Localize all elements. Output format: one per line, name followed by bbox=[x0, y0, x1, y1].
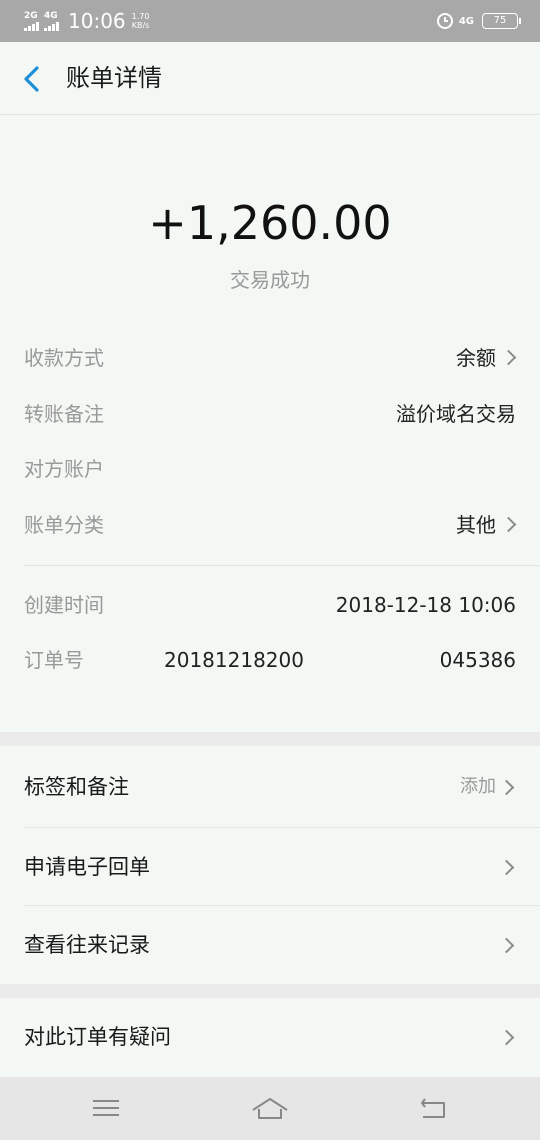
order-number-part2: 045386 bbox=[439, 648, 516, 672]
payment-method-label: 收款方式 bbox=[24, 346, 104, 370]
section-divider bbox=[24, 565, 540, 566]
page-title: 账单详情 bbox=[66, 64, 162, 92]
transaction-status: 交易成功 bbox=[230, 268, 310, 292]
history-label: 查看往来记录 bbox=[24, 933, 150, 957]
section-gap bbox=[0, 984, 540, 998]
e-receipt-item[interactable]: 申请电子回单 bbox=[0, 828, 540, 906]
order-number-part1: 20181218200 bbox=[164, 648, 304, 672]
sim2-signal-icon: 4G bbox=[44, 10, 60, 31]
dispute-label: 对此订单有疑问 bbox=[24, 1025, 171, 1049]
status-time: 10:06 bbox=[68, 9, 126, 33]
chevron-right-icon bbox=[500, 516, 517, 533]
payment-method-row[interactable]: 收款方式 余额 bbox=[24, 341, 517, 375]
alarm-icon bbox=[436, 13, 453, 29]
header: 账单详情 bbox=[0, 42, 540, 115]
status-right: 4G 75 bbox=[436, 0, 521, 42]
created-time-label: 创建时间 bbox=[24, 593, 104, 617]
section-gap bbox=[0, 732, 540, 746]
network-speed-unit: KB/s bbox=[131, 21, 150, 30]
order-number-row: 订单号 20181218200 045386 bbox=[24, 643, 516, 703]
chevron-right-icon bbox=[498, 937, 515, 954]
back-arrow-icon[interactable] bbox=[22, 66, 42, 92]
category-label: 账单分类 bbox=[24, 513, 104, 537]
created-time-row: 创建时间 2018-12-18 10:06 bbox=[24, 588, 516, 622]
network-speed: 1.70 KB/s bbox=[132, 12, 150, 30]
home-icon[interactable] bbox=[250, 1093, 290, 1123]
created-time-value: 2018-12-18 10:06 bbox=[335, 593, 516, 617]
chevron-right-icon bbox=[498, 779, 515, 796]
dispute-item[interactable]: 对此订单有疑问 bbox=[0, 998, 540, 1076]
back-nav-icon[interactable] bbox=[414, 1093, 454, 1123]
system-nav-bar bbox=[0, 1077, 540, 1140]
network-type: 4G bbox=[458, 15, 474, 27]
transfer-note-label: 转账备注 bbox=[24, 402, 104, 426]
menu-icon[interactable] bbox=[86, 1093, 126, 1123]
tags-and-notes-item[interactable]: 标签和备注 添加 bbox=[0, 748, 540, 826]
sim2-label: 4G bbox=[44, 10, 58, 21]
order-number-label: 订单号 bbox=[24, 648, 84, 672]
actions-group: 标签和备注 添加 申请电子回单 查看往来记录 bbox=[0, 746, 540, 984]
tags-add-hint: 添加 bbox=[460, 776, 496, 797]
network-speed-value: 1.70 bbox=[131, 12, 150, 21]
dispute-group: 对此订单有疑问 bbox=[0, 998, 540, 1077]
category-row[interactable]: 账单分类 其他 bbox=[24, 508, 517, 542]
status-left: 2G 4G 10:06 1.70 KB/s bbox=[24, 0, 149, 42]
payment-method-value: 余额 bbox=[456, 346, 496, 370]
status-bar: 2G 4G 10:06 1.70 KB/s 4G 75 bbox=[0, 0, 540, 42]
counterparty-row: 对方账户 bbox=[24, 452, 516, 486]
battery-level: 75 bbox=[493, 15, 507, 26]
history-item[interactable]: 查看往来记录 bbox=[0, 906, 540, 984]
battery-icon: 75 bbox=[482, 13, 521, 29]
counterparty-label: 对方账户 bbox=[24, 457, 104, 481]
e-receipt-label: 申请电子回单 bbox=[24, 855, 150, 879]
category-value: 其他 bbox=[456, 513, 496, 537]
sim1-signal-icon: 2G bbox=[24, 10, 40, 31]
transfer-note-row: 转账备注 溢价域名交易 bbox=[24, 397, 516, 431]
tags-and-notes-label: 标签和备注 bbox=[24, 775, 129, 799]
chevron-right-icon bbox=[498, 859, 515, 876]
transaction-amount: +1,260.00 bbox=[148, 196, 392, 250]
chevron-right-icon bbox=[500, 349, 517, 366]
chevron-right-icon bbox=[498, 1029, 515, 1046]
transfer-note-value: 溢价域名交易 bbox=[396, 402, 516, 426]
sim1-label: 2G bbox=[24, 10, 38, 21]
